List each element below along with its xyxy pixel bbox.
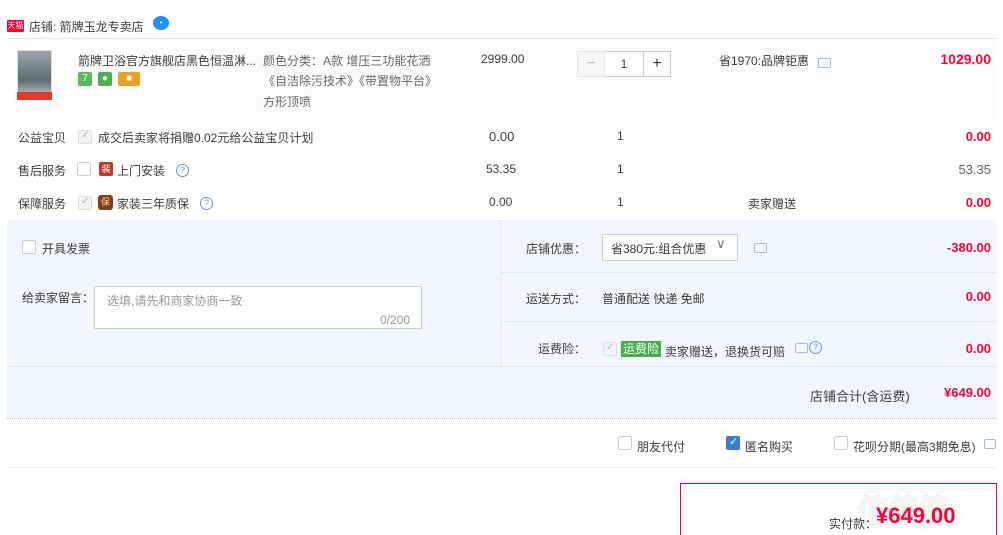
note-char-count: 0/200 [380, 313, 411, 327]
charity-price: 0.00 [489, 129, 515, 144]
huabei-checkbox[interactable] [834, 436, 848, 450]
charity-total: 0.00 [965, 129, 991, 144]
warranty-price: 0.00 [489, 195, 513, 209]
warranty-total: 0.00 [965, 195, 991, 210]
charity-checkbox [78, 130, 92, 144]
install-qty: 1 [617, 162, 624, 176]
invoice-checkbox[interactable] [22, 240, 36, 254]
product-total: 1029.00 [940, 51, 991, 67]
warranty-icon: 保 [98, 195, 113, 210]
chat-icon[interactable]: • [153, 16, 169, 30]
insurance-checkbox [603, 342, 617, 356]
divider [7, 366, 997, 367]
invoice-label[interactable]: 开具发票 [42, 240, 90, 257]
install-checkbox[interactable] [77, 162, 91, 176]
thumbnail-banner [17, 92, 52, 100]
shop-name[interactable]: 店铺: 箭牌玉龙专卖店 [29, 18, 144, 35]
insurance-fee: 0.00 [965, 341, 991, 356]
shop-discount-amount: -380.00 [946, 240, 991, 255]
divider [501, 272, 997, 273]
warranty-gift: 卖家赠送 [748, 197, 797, 211]
product-title[interactable]: 箭牌卫浴官方旗舰店黑色恒温淋... [78, 52, 258, 69]
warranty-checkbox [78, 196, 92, 210]
subtotal-value: ¥649.00 [944, 385, 991, 400]
card-payment-icon: ■ [118, 72, 140, 86]
product-row [7, 39, 997, 119]
unit-price: 2999.00 [481, 52, 525, 66]
comment-icon[interactable] [754, 243, 767, 253]
charity-desc: 成交后卖家将捐赠0.02元给公益宝贝计划 [98, 131, 314, 145]
shop-discount-label: 店铺优惠： [526, 242, 587, 256]
quantity-minus-button[interactable]: − [577, 51, 605, 77]
friend-pay-label[interactable]: 朋友代付 [637, 438, 685, 455]
product-feature-2: 方形顶喷 [263, 95, 312, 109]
install-icon: 装 [99, 162, 113, 176]
subtotal-label: 店铺合计(含运费) [810, 389, 910, 404]
shop-discount-value: 省380元:组合优惠 [611, 242, 707, 256]
product-feature: 《自洁除污技术》《带置物平台》 [263, 74, 438, 88]
warranty-label: 保障服务 [18, 197, 67, 211]
friend-pay-checkbox[interactable] [618, 436, 632, 450]
note-label: 给卖家留言： [22, 291, 95, 305]
chevron-down-icon: ∨ [716, 236, 726, 251]
charity-label: 公益宝贝 [18, 131, 67, 145]
tmall-badge: 天猫 [7, 20, 24, 32]
comment-icon[interactable] [984, 439, 996, 449]
quantity-stepper: − 1 + [577, 51, 673, 77]
install-price: 53.35 [486, 162, 517, 176]
insurance-tag: 运费险 [621, 341, 662, 357]
divider [7, 467, 997, 468]
help-icon[interactable]: ? [200, 197, 213, 210]
shipping-fee: 0.00 [965, 289, 991, 304]
comment-icon[interactable] [795, 343, 808, 353]
anonymous-label[interactable]: 匿名购买 [745, 438, 793, 455]
product-discount: 省1970:品牌钜惠 [719, 54, 810, 68]
guarantee-icon: ● [98, 72, 112, 86]
install-total: 53.35 [958, 162, 991, 177]
note-placeholder: 选填,请先和商家协商一致 [107, 294, 243, 308]
help-icon[interactable]: ? [176, 164, 189, 177]
pay-amount: ¥649.00 [876, 503, 956, 528]
shipping-label: 运送方式： [526, 292, 587, 306]
product-color: 颜色分类：A款 增压三功能花洒 [263, 54, 431, 68]
divider [501, 321, 997, 322]
help-icon[interactable]: ? [809, 341, 822, 354]
install-desc: 上门安装 [117, 164, 166, 178]
insurance-desc: 卖家赠送，退换货可赔 [665, 345, 786, 359]
charity-qty: 1 [617, 129, 624, 143]
quantity-plus-button[interactable]: + [643, 51, 671, 77]
pay-label: 实付款： [829, 517, 878, 531]
seven-day-return-icon: 7 [78, 72, 92, 86]
quantity-input[interactable]: 1 [605, 51, 643, 77]
anonymous-checkbox[interactable] [726, 435, 740, 450]
warranty-qty: 1 [617, 195, 624, 209]
comment-icon[interactable] [818, 58, 831, 68]
after-sales-label: 售后服务 [18, 164, 67, 178]
divider [7, 418, 997, 419]
huabei-label[interactable]: 花呗分期(最高3期免息) [853, 438, 976, 455]
insurance-label: 运费险： [538, 342, 587, 356]
warranty-desc: 家装三年质保 [117, 197, 190, 211]
shipping-method: 普通配送 快递 免邮 [602, 292, 705, 306]
